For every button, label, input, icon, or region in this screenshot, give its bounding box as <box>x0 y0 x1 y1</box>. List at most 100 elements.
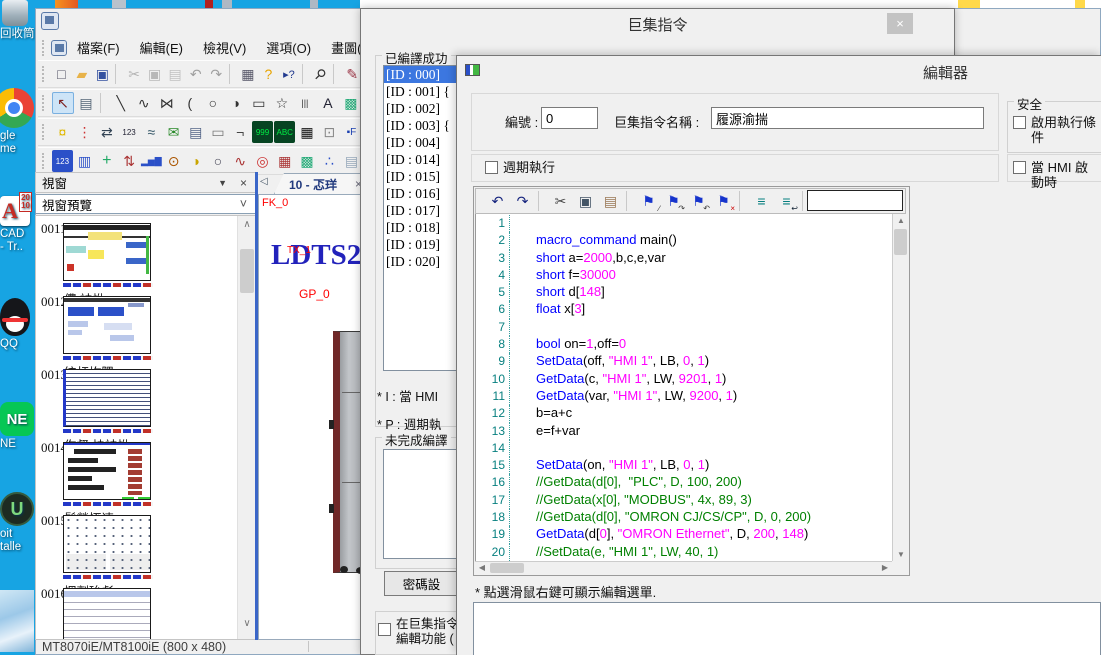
macro-list-item[interactable]: [ID : 015] <box>384 168 456 185</box>
operation-target-icon[interactable]: ◎ <box>252 150 273 172</box>
outdent-icon[interactable]: ≡↩ <box>775 190 798 212</box>
macro-list-item[interactable]: [ID : 020] <box>384 253 456 270</box>
panel-scrollbar[interactable]: ∧ ∨ <box>237 216 255 639</box>
draw-polyline-icon[interactable]: ⋈ <box>156 92 178 114</box>
macro-name-input[interactable] <box>711 107 984 129</box>
desktop-icon-autocad[interactable]: A 20 10 CAD - Tr.. <box>0 196 35 254</box>
menu-item-2[interactable]: 編輯(E) <box>130 36 193 59</box>
menu-item-3[interactable]: 檢視(V) <box>193 36 256 59</box>
window-thumbnail[interactable] <box>63 588 151 640</box>
draw-arc-icon[interactable]: ( <box>179 92 201 114</box>
multi-state-switch-icon[interactable]: ✉ <box>163 121 184 143</box>
indent-icon[interactable]: ≡ <box>750 190 773 212</box>
macro-list-option-checkbox[interactable] <box>378 623 391 636</box>
window-preview-dropdown[interactable]: 視窗預覽 ˅ <box>35 194 256 214</box>
grid-object-icon[interactable]: ▤ <box>341 150 362 172</box>
function-key-icon[interactable]: ▪F <box>341 121 362 143</box>
move-shape-icon[interactable]: + <box>96 150 117 172</box>
pie-chart-icon[interactable]: ◑ <box>185 150 206 172</box>
draw-rectangle-icon[interactable]: ▭ <box>248 92 270 114</box>
desktop-icon-line[interactable]: NE NE <box>0 402 35 451</box>
scroll-right-icon[interactable]: ▶ <box>879 563 891 572</box>
periodic-checkbox[interactable] <box>485 161 498 174</box>
enable-condition-checkbox[interactable] <box>1013 116 1026 129</box>
word-lamp-icon[interactable]: ⋮ <box>74 121 95 143</box>
uncompiled-macro-list[interactable] <box>383 449 457 559</box>
code-vertical-scrollbar[interactable]: ▲ ▼ <box>892 214 908 561</box>
toolbar-grip[interactable] <box>42 95 47 111</box>
direct-window-icon[interactable]: ¬ <box>230 121 251 143</box>
scatter-chart-icon[interactable]: ∴ <box>319 150 340 172</box>
macro-list-item[interactable]: [ID : 019] <box>384 236 456 253</box>
ascii-display-icon[interactable]: ABC <box>274 121 295 143</box>
save-icon[interactable]: ▣ <box>93 63 113 85</box>
edit-redo-icon[interactable]: ↷ <box>511 190 534 212</box>
data-block-123-icon[interactable]: 123 <box>52 150 73 172</box>
desktop-icon-qq[interactable]: QQ <box>0 298 35 351</box>
draw-line-icon[interactable]: ╲ <box>110 92 132 114</box>
macro-list-item[interactable]: [ID : 000] <box>384 66 456 83</box>
trend-display-icon[interactable]: ∿ <box>230 150 251 172</box>
copy-icon[interactable]: ▣ <box>145 63 165 85</box>
hmi-start-checkbox[interactable] <box>1013 161 1026 174</box>
tab-scroll-left-icon[interactable]: ◁ <box>260 176 268 187</box>
find-icon[interactable]: ⚲ <box>311 63 331 85</box>
draw-ellipse-icon[interactable]: ○ <box>202 92 224 114</box>
set-word-icon[interactable]: ≈ <box>141 121 162 143</box>
draw-scale-icon[interactable]: ||| <box>294 92 316 114</box>
scroll-up-icon[interactable]: ▲ <box>893 216 909 225</box>
draw-bezier-icon[interactable]: ∿ <box>133 92 155 114</box>
macro-id-input[interactable] <box>541 107 598 129</box>
draw-text-icon[interactable]: A <box>317 92 339 114</box>
draw-pie-icon[interactable]: ◑ <box>225 92 247 114</box>
data-table-icon[interactable]: ▦ <box>274 150 295 172</box>
toolbar-grip[interactable] <box>42 66 47 82</box>
redo-icon[interactable]: ↷ <box>206 63 226 85</box>
design-canvas[interactable]: FK_0 LDTS2 TX_1 GP_0 <box>258 194 366 640</box>
menu-item-4[interactable]: 選項(O) <box>256 36 321 59</box>
macro-list-item[interactable]: [ID : 018] <box>384 219 456 236</box>
edit-copy-icon[interactable]: ▣ <box>574 190 597 212</box>
insert-picture-icon[interactable]: ▩ <box>340 92 362 114</box>
scrollbar-thumb[interactable] <box>490 563 524 573</box>
scroll-down-icon[interactable]: ▼ <box>893 550 909 559</box>
panel-close-icon[interactable]: × <box>240 176 247 190</box>
scroll-up-icon[interactable]: ∧ <box>238 219 256 230</box>
macro-list-item[interactable]: [ID : 002] <box>384 100 456 117</box>
bookmark-prev-icon[interactable]: ⚑↶ <box>687 190 710 212</box>
numeric-display-icon[interactable]: 999 <box>252 121 273 143</box>
label-object-icon[interactable]: ▭ <box>207 121 228 143</box>
code-editor-area[interactable]: 12macro_command main()3short a=2000,b,c,… <box>475 214 892 561</box>
numeric-input-icon[interactable]: 123 <box>118 121 139 143</box>
edit-paste-icon[interactable]: ▤ <box>599 190 622 212</box>
data-block-hmi-icon[interactable]: ▥ <box>74 150 95 172</box>
scrollbar-thumb[interactable] <box>894 229 907 255</box>
window-thumbnail[interactable] <box>63 223 151 281</box>
window-thumbnail[interactable] <box>63 442 151 500</box>
paste-icon[interactable]: ▤ <box>165 63 185 85</box>
window-thumbnail[interactable] <box>63 296 151 354</box>
new-file-icon[interactable]: □ <box>52 63 72 85</box>
macro-list-item[interactable]: [ID : 004] <box>384 134 456 151</box>
macro-list-item[interactable]: [ID : 016] <box>384 185 456 202</box>
draw-polygon-icon[interactable]: ☆ <box>271 92 293 114</box>
qr-code-icon[interactable]: ▦ <box>296 121 317 143</box>
context-help-icon[interactable]: ▸? <box>279 63 299 85</box>
bit-lamp-icon[interactable]: ¤ <box>52 121 73 143</box>
window-thumbnail[interactable] <box>63 515 151 573</box>
group-object-icon[interactable]: ⊡ <box>319 121 340 143</box>
desktop-icon-photo[interactable] <box>0 590 35 652</box>
window-thumbnail[interactable] <box>63 369 151 427</box>
meter-display-icon[interactable]: ⊙ <box>163 150 184 172</box>
picture-view-icon[interactable]: ▩ <box>296 150 317 172</box>
clock-object-icon[interactable]: ○ <box>207 150 228 172</box>
data-transfer-icon[interactable]: ⇅ <box>118 150 139 172</box>
object-properties-icon[interactable]: ▤ <box>75 92 97 114</box>
undo-icon[interactable]: ↶ <box>186 63 206 85</box>
macro-list-item[interactable]: [ID : 001] { <box>384 83 456 100</box>
scrollbar-thumb[interactable] <box>240 249 254 293</box>
desktop-icon-recycle-bin[interactable]: 回收筒 <box>0 0 35 41</box>
editor-search-input[interactable] <box>807 190 903 211</box>
toolbar-grip[interactable] <box>42 40 47 56</box>
bookmark-next-icon[interactable]: ⚑↷ <box>662 190 685 212</box>
